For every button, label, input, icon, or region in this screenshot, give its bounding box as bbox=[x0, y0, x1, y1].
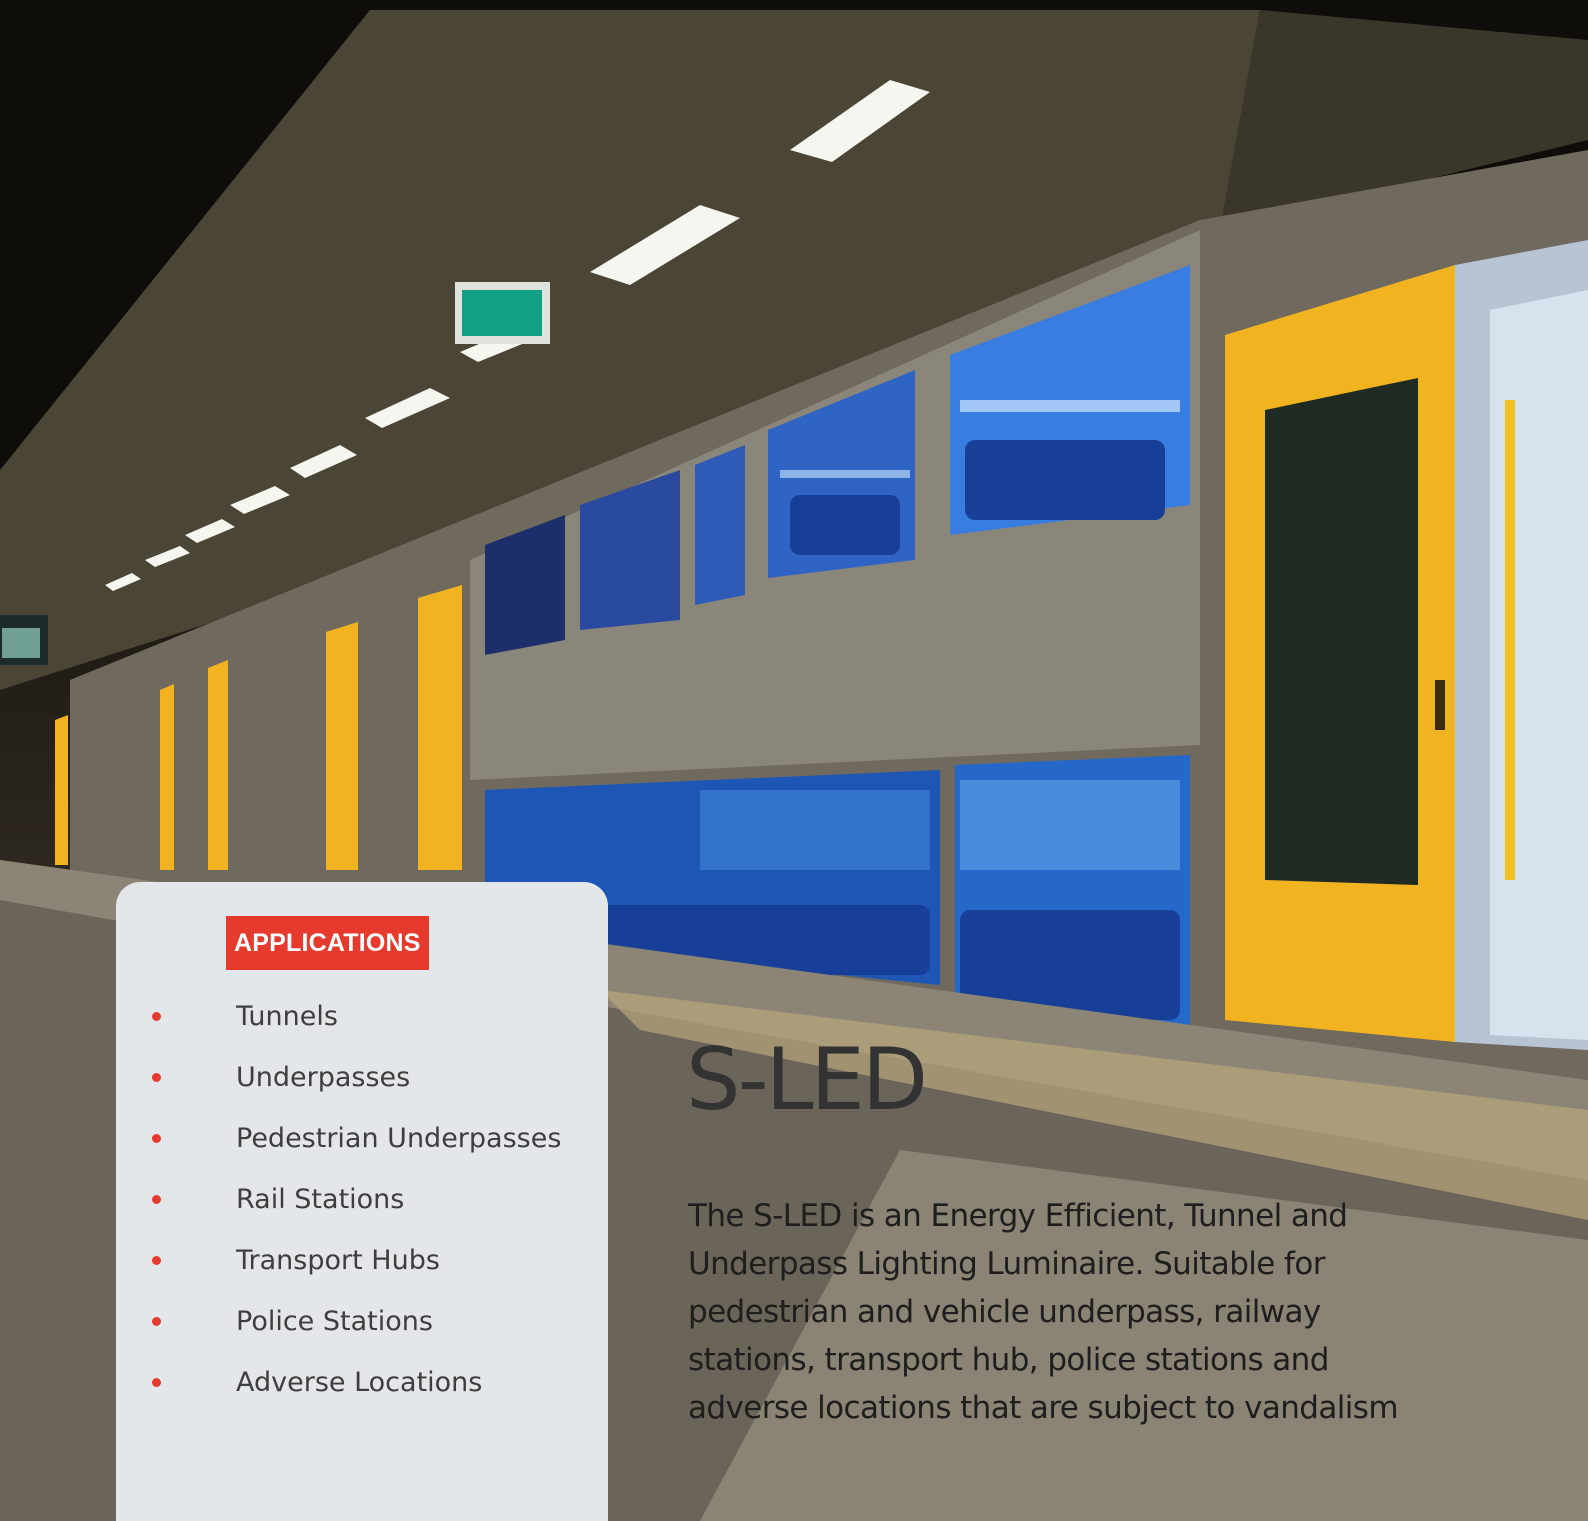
application-label: Police Stations bbox=[236, 1306, 433, 1337]
bullet-icon bbox=[152, 1134, 161, 1143]
bullet-icon bbox=[152, 1378, 161, 1387]
product-description: The S-LED is an Energy Efficient, Tunnel… bbox=[688, 1198, 1399, 1426]
list-item: Adverse Locations bbox=[140, 1352, 561, 1413]
applications-heading: APPLICATIONS bbox=[226, 916, 429, 970]
application-label: Tunnels bbox=[236, 1001, 338, 1032]
list-item: Pedestrian Underpasses bbox=[140, 1108, 561, 1169]
product-title: S-LED bbox=[686, 1030, 928, 1130]
bullet-icon bbox=[152, 1256, 161, 1265]
application-label: Transport Hubs bbox=[236, 1245, 440, 1276]
application-label: Pedestrian Underpasses bbox=[236, 1123, 562, 1154]
bullet-icon bbox=[152, 1012, 161, 1021]
bullet-icon bbox=[152, 1195, 161, 1204]
list-item: Transport Hubs bbox=[140, 1230, 561, 1291]
list-item: Police Stations bbox=[140, 1291, 561, 1352]
brochure-page: APPLICATIONS Tunnels Underpasses Pedestr… bbox=[0, 0, 1588, 1521]
list-item: Rail Stations bbox=[140, 1169, 561, 1230]
application-label: Adverse Locations bbox=[236, 1367, 483, 1398]
list-item: Underpasses bbox=[140, 1047, 561, 1108]
applications-list: Tunnels Underpasses Pedestrian Underpass… bbox=[140, 986, 561, 1413]
bullet-icon bbox=[152, 1073, 161, 1082]
bullet-icon bbox=[152, 1317, 161, 1326]
list-item: Tunnels bbox=[140, 986, 561, 1047]
application-label: Rail Stations bbox=[236, 1184, 405, 1215]
application-label: Underpasses bbox=[236, 1062, 411, 1093]
